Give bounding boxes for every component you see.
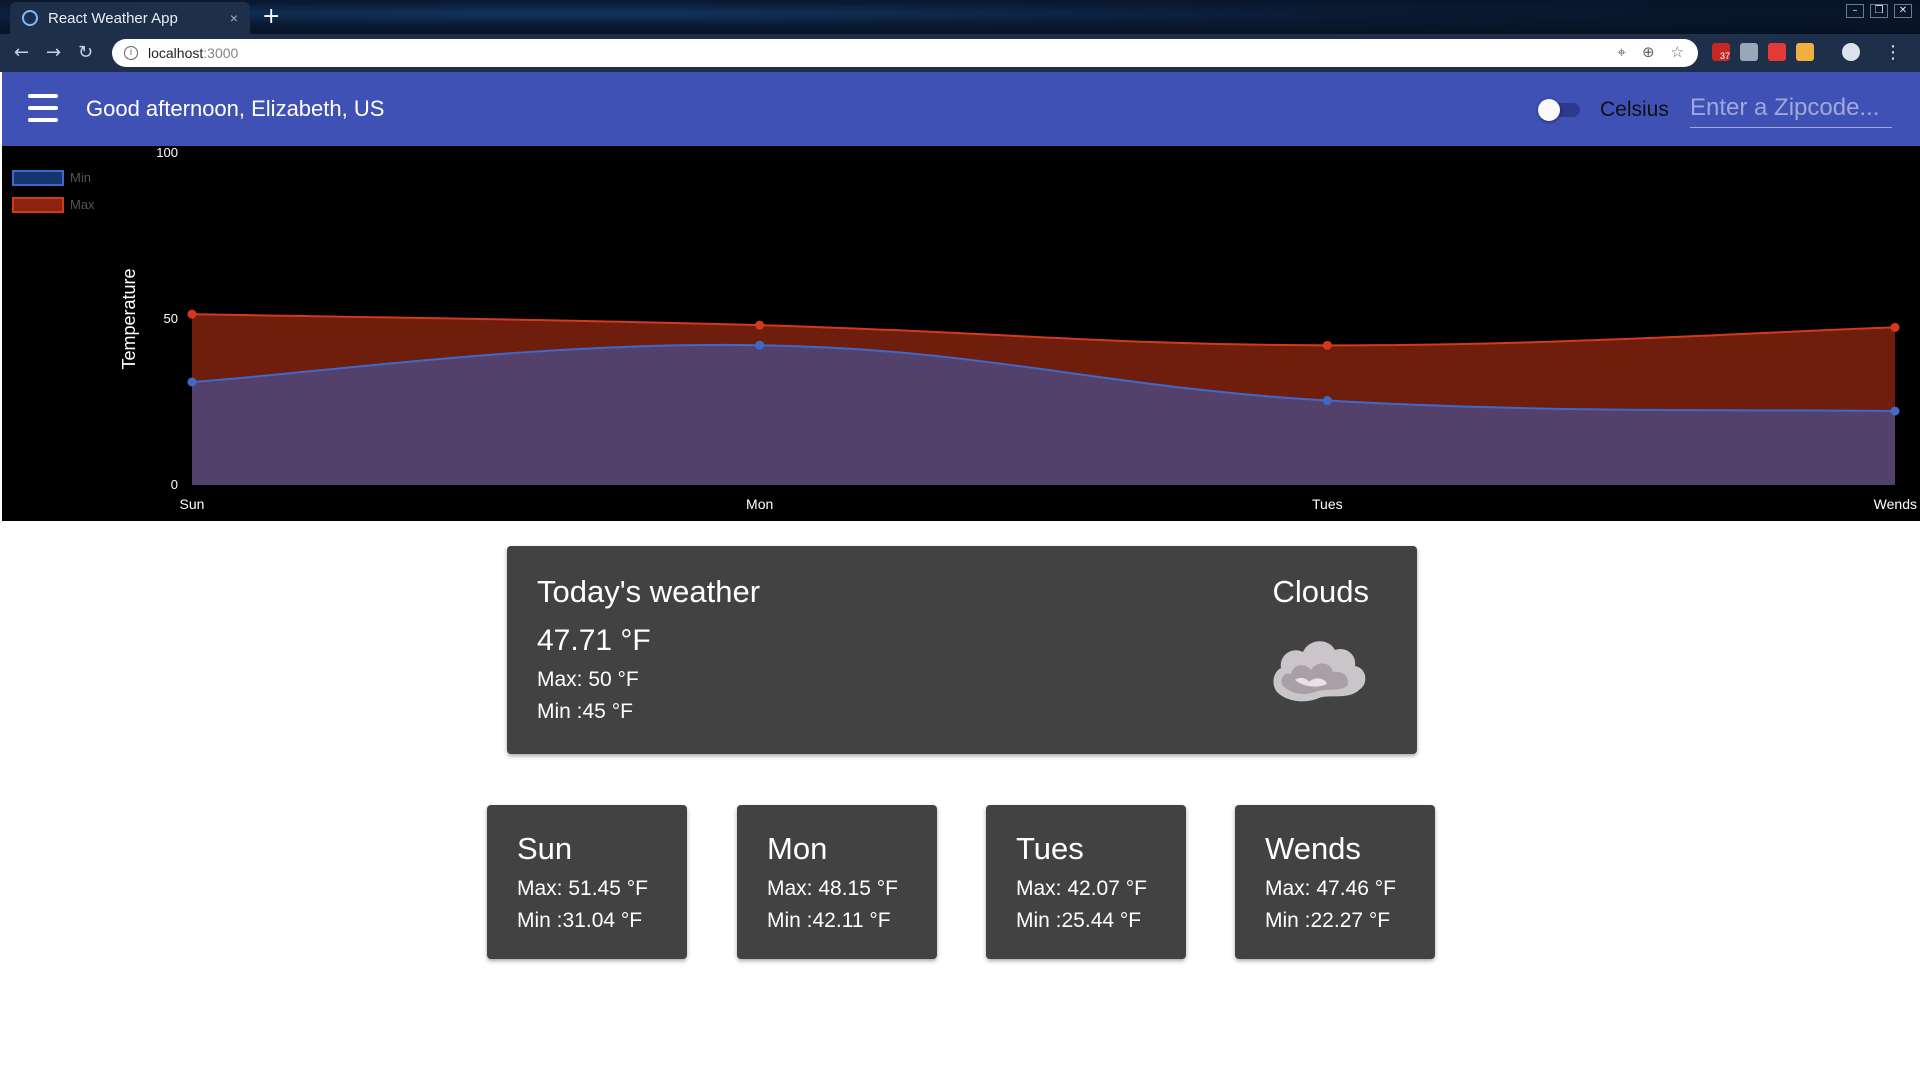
forecast-day: Sun bbox=[517, 831, 573, 866]
browser-menu-icon[interactable]: ⋮ bbox=[1884, 42, 1902, 63]
max-point bbox=[1890, 322, 1900, 332]
react-favicon-icon bbox=[22, 10, 38, 26]
temperature-chart: 0 50 100 Sun Mon Tues Wends Temperature Min Max bbox=[2, 146, 1920, 521]
max-point bbox=[755, 320, 765, 330]
y-tick-label: 0 bbox=[171, 477, 178, 492]
legend-item-min[interactable]: Min bbox=[12, 164, 95, 191]
clouds-icon bbox=[1273, 641, 1366, 702]
forecast-card-mon: Mon Max: 48.15 °F Min :42.11 °F bbox=[737, 805, 937, 959]
x-tick-label: Mon bbox=[746, 496, 773, 512]
tab-close-icon[interactable]: × bbox=[230, 10, 238, 26]
address-bar[interactable]: i localhost:3000 ⌖ ⊕ ☆ bbox=[112, 39, 1698, 67]
forecast-min: Min :42.11 °F bbox=[767, 909, 891, 932]
min-point bbox=[187, 377, 197, 387]
forecast-max: Max: 51.45 °F bbox=[517, 877, 648, 900]
legend-label-min: Min bbox=[70, 170, 91, 185]
min-point bbox=[1890, 406, 1900, 416]
minimize-icon[interactable]: – bbox=[1846, 4, 1864, 18]
toggle-thumb bbox=[1538, 99, 1560, 121]
extension-icon[interactable] bbox=[1740, 43, 1758, 61]
close-window-icon[interactable]: ✕ bbox=[1894, 4, 1912, 18]
extension-icon[interactable] bbox=[1768, 43, 1786, 61]
browser-titlebar: React Weather App × + – ❐ ✕ bbox=[0, 0, 1920, 34]
forecast-min: Min :25.44 °F bbox=[1016, 909, 1142, 932]
forecast-day: Tues bbox=[1016, 831, 1084, 866]
today-temperature: 47.71 °F bbox=[537, 624, 651, 657]
extensions: 37 bbox=[1712, 43, 1860, 61]
max-point bbox=[187, 309, 197, 319]
bookmark-star-icon[interactable]: ☆ bbox=[1671, 43, 1684, 61]
x-tick-label: Wends bbox=[1874, 496, 1917, 512]
forecast-min: Min :31.04 °F bbox=[517, 909, 643, 932]
greeting-title: Good afternoon, Elizabeth, US bbox=[86, 96, 385, 121]
forecast-min: Min :22.27 °F bbox=[1265, 909, 1391, 932]
url-port: :3000 bbox=[203, 45, 239, 61]
mail-extension-icon[interactable]: 37 bbox=[1712, 43, 1730, 61]
forecast-max: Max: 42.07 °F bbox=[1016, 877, 1147, 900]
extension-icon[interactable] bbox=[1796, 43, 1814, 61]
restore-icon[interactable]: ❐ bbox=[1870, 4, 1888, 18]
site-info-icon[interactable]: i bbox=[124, 46, 138, 60]
weather-condition: Clouds bbox=[1272, 574, 1370, 609]
forecast-max: Max: 47.46 °F bbox=[1265, 877, 1396, 900]
browser-toolbar: ← → ↻ i localhost:3000 ⌖ ⊕ ☆ 37 ⋮ bbox=[0, 34, 1920, 72]
celsius-label: Celsius bbox=[1600, 98, 1669, 121]
menu-icon[interactable] bbox=[28, 94, 58, 122]
today-weather-card: Today's weather 47.71 °F Max: 50 °F Min … bbox=[507, 546, 1417, 754]
location-icon[interactable]: ⌖ bbox=[1618, 43, 1626, 61]
chart-canvas: 0 50 100 Sun Mon Tues Wends Temperature bbox=[119, 146, 1917, 512]
today-min: Min :45 °F bbox=[537, 700, 633, 723]
today-max: Max: 50 °F bbox=[537, 668, 639, 691]
app-bar: Good afternoon, Elizabeth, US Celsius bbox=[2, 72, 1920, 146]
forecast-card-wends: Wends Max: 47.46 °F Min :22.27 °F bbox=[1235, 805, 1435, 959]
tab-title: React Weather App bbox=[48, 9, 178, 27]
x-tick-label: Tues bbox=[1312, 496, 1343, 512]
profile-avatar[interactable] bbox=[1842, 43, 1860, 61]
max-point bbox=[1322, 340, 1332, 350]
y-axis-label: Temperature bbox=[119, 268, 139, 369]
back-icon[interactable]: ← bbox=[14, 42, 29, 63]
legend-swatch-min bbox=[12, 169, 64, 186]
forward-icon[interactable]: → bbox=[46, 42, 61, 63]
window-controls: – ❐ ✕ bbox=[1846, 4, 1912, 18]
forecast-card-sun: Sun Max: 51.45 °F Min :31.04 °F bbox=[487, 805, 687, 959]
zoom-icon[interactable]: ⊕ bbox=[1642, 43, 1655, 61]
x-tick-label: Sun bbox=[180, 496, 205, 512]
legend-swatch-max bbox=[12, 196, 64, 213]
y-tick-label: 100 bbox=[156, 146, 178, 160]
chart-legend: Min Max bbox=[12, 164, 95, 218]
forecast-day: Wends bbox=[1265, 831, 1361, 866]
celsius-toggle[interactable] bbox=[1538, 99, 1582, 121]
forecast-day: Mon bbox=[767, 831, 828, 866]
min-point bbox=[1322, 396, 1332, 406]
y-tick-label: 50 bbox=[164, 311, 178, 326]
forecast-max: Max: 48.15 °F bbox=[767, 877, 898, 900]
legend-label-max: Max bbox=[70, 197, 95, 212]
reload-icon[interactable]: ↻ bbox=[78, 42, 93, 63]
new-tab-button[interactable]: + bbox=[262, 4, 280, 29]
min-point bbox=[755, 340, 765, 350]
legend-item-max[interactable]: Max bbox=[12, 191, 95, 218]
extension-badge: 37 bbox=[1719, 51, 1730, 61]
browser-tab[interactable]: React Weather App × bbox=[10, 2, 250, 34]
url-host: localhost bbox=[148, 45, 204, 61]
today-title: Today's weather bbox=[537, 574, 761, 609]
zipcode-input[interactable] bbox=[1690, 88, 1892, 128]
forecast-card-tues: Tues Max: 42.07 °F Min :25.44 °F bbox=[986, 805, 1186, 959]
